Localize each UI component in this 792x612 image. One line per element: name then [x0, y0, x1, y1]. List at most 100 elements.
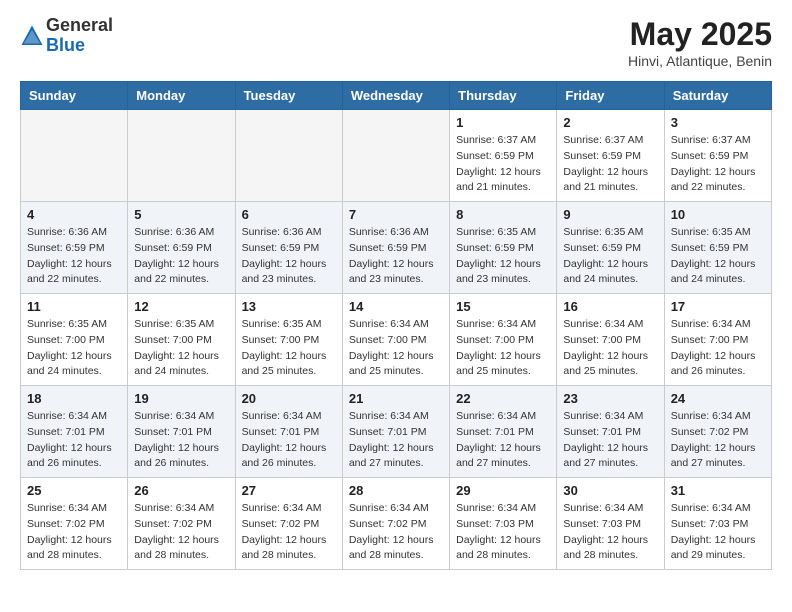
- calendar-empty-cell: [21, 110, 128, 202]
- day-number: 13: [242, 299, 336, 314]
- day-info: Sunrise: 6:34 AM Sunset: 7:03 PM Dayligh…: [456, 501, 550, 564]
- day-number: 8: [456, 207, 550, 222]
- calendar-week-row: 1 Sunrise: 6:37 AM Sunset: 6:59 PM Daylig…: [21, 110, 772, 202]
- day-info: Sunrise: 6:36 AM Sunset: 6:59 PM Dayligh…: [349, 225, 443, 288]
- day-info: Sunrise: 6:34 AM Sunset: 7:01 PM Dayligh…: [134, 409, 228, 472]
- day-number: 28: [349, 483, 443, 498]
- calendar-day-11: 11 Sunrise: 6:35 AM Sunset: 7:00 PM Dayli…: [21, 294, 128, 386]
- calendar-day-23: 23Sunrise: 6:34 AM Sunset: 7:01 PM Dayli…: [557, 386, 664, 478]
- calendar-day-15: 15Sunrise: 6:34 AM Sunset: 7:00 PM Dayli…: [450, 294, 557, 386]
- calendar-day-29: 29 Sunrise: 6:34 AM Sunset: 7:03 PM Dayli…: [450, 478, 557, 570]
- day-number: 24: [671, 391, 765, 406]
- calendar-day-3: 3 Sunrise: 6:37 AM Sunset: 6:59 PM Daylig…: [664, 110, 771, 202]
- day-info: Sunrise: 6:37 AM Sunset: 6:59 PM Dayligh…: [671, 133, 765, 196]
- day-info: Sunrise: 6:34 AM Sunset: 7:01 PM Dayligh…: [27, 409, 121, 472]
- day-number: 12: [134, 299, 228, 314]
- calendar-day-5: 5Sunrise: 6:36 AM Sunset: 6:59 PM Daylig…: [128, 202, 235, 294]
- logo-text: General Blue: [46, 16, 113, 56]
- day-info: Sunrise: 6:37 AM Sunset: 6:59 PM Dayligh…: [563, 133, 657, 196]
- day-number: 14: [349, 299, 443, 314]
- calendar-day-18: 18 Sunrise: 6:34 AM Sunset: 7:01 PM Dayli…: [21, 386, 128, 478]
- day-info: Sunrise: 6:34 AM Sunset: 7:00 PM Dayligh…: [563, 317, 657, 380]
- calendar-empty-cell: [342, 110, 449, 202]
- day-number: 9: [563, 207, 657, 222]
- day-number: 22: [456, 391, 550, 406]
- title-block: May 2025 Hinvi, Atlantique, Benin: [628, 16, 772, 69]
- calendar-header-row: SundayMondayTuesdayWednesdayThursdayFrid…: [21, 82, 772, 110]
- calendar-day-19: 19 Sunrise: 6:34 AM Sunset: 7:01 PM Dayli…: [128, 386, 235, 478]
- day-info: Sunrise: 6:34 AM Sunset: 7:00 PM Dayligh…: [671, 317, 765, 380]
- day-info: Sunrise: 6:35 AM Sunset: 7:00 PM Dayligh…: [134, 317, 228, 380]
- logo-icon: [20, 24, 44, 48]
- day-info: Sunrise: 6:34 AM Sunset: 7:02 PM Dayligh…: [242, 501, 336, 564]
- col-header-monday: Monday: [128, 82, 235, 110]
- day-number: 4: [27, 207, 121, 222]
- day-number: 7: [349, 207, 443, 222]
- calendar-day-27: 27 Sunrise: 6:34 AM Sunset: 7:02 PM Dayli…: [235, 478, 342, 570]
- day-number: 30: [563, 483, 657, 498]
- day-info: Sunrise: 6:35 AM Sunset: 7:00 PM Dayligh…: [27, 317, 121, 380]
- calendar-day-22: 22 Sunrise: 6:34 AM Sunset: 7:01 PM Dayli…: [450, 386, 557, 478]
- day-info: Sunrise: 6:34 AM Sunset: 7:03 PM Dayligh…: [671, 501, 765, 564]
- col-header-wednesday: Wednesday: [342, 82, 449, 110]
- calendar-week-row: 18 Sunrise: 6:34 AM Sunset: 7:01 PM Dayli…: [21, 386, 772, 478]
- day-number: 21: [349, 391, 443, 406]
- location: Hinvi, Atlantique, Benin: [628, 53, 772, 69]
- day-number: 29: [456, 483, 550, 498]
- day-info: Sunrise: 6:34 AM Sunset: 7:02 PM Dayligh…: [671, 409, 765, 472]
- day-info: Sunrise: 6:34 AM Sunset: 7:02 PM Dayligh…: [349, 501, 443, 564]
- logo-general-text: General: [46, 16, 113, 36]
- day-number: 11: [27, 299, 121, 314]
- calendar-week-row: 4 Sunrise: 6:36 AM Sunset: 6:59 PM Daylig…: [21, 202, 772, 294]
- day-number: 19: [134, 391, 228, 406]
- calendar-day-28: 28 Sunrise: 6:34 AM Sunset: 7:02 PM Dayli…: [342, 478, 449, 570]
- day-info: Sunrise: 6:34 AM Sunset: 7:02 PM Dayligh…: [134, 501, 228, 564]
- day-number: 3: [671, 115, 765, 130]
- day-info: Sunrise: 6:34 AM Sunset: 7:02 PM Dayligh…: [27, 501, 121, 564]
- calendar-day-26: 26 Sunrise: 6:34 AM Sunset: 7:02 PM Dayli…: [128, 478, 235, 570]
- calendar-day-31: 31 Sunrise: 6:34 AM Sunset: 7:03 PM Dayli…: [664, 478, 771, 570]
- calendar-day-12: 12 Sunrise: 6:35 AM Sunset: 7:00 PM Dayli…: [128, 294, 235, 386]
- day-info: Sunrise: 6:34 AM Sunset: 7:01 PM Dayligh…: [456, 409, 550, 472]
- day-number: 17: [671, 299, 765, 314]
- day-number: 10: [671, 207, 765, 222]
- logo-blue-text: Blue: [46, 36, 113, 56]
- calendar-day-1: 1Sunrise: 6:37 AM Sunset: 6:59 PM Daylig…: [450, 110, 557, 202]
- day-info: Sunrise: 6:34 AM Sunset: 7:00 PM Dayligh…: [456, 317, 550, 380]
- col-header-saturday: Saturday: [664, 82, 771, 110]
- calendar-empty-cell: [128, 110, 235, 202]
- calendar-day-9: 9 Sunrise: 6:35 AM Sunset: 6:59 PM Daylig…: [557, 202, 664, 294]
- calendar-day-30: 30 Sunrise: 6:34 AM Sunset: 7:03 PM Dayli…: [557, 478, 664, 570]
- day-number: 1: [456, 115, 550, 130]
- day-number: 31: [671, 483, 765, 498]
- calendar-day-7: 7 Sunrise: 6:36 AM Sunset: 6:59 PM Daylig…: [342, 202, 449, 294]
- day-number: 16: [563, 299, 657, 314]
- logo: General Blue: [20, 16, 113, 56]
- calendar-day-16: 16 Sunrise: 6:34 AM Sunset: 7:00 PM Dayli…: [557, 294, 664, 386]
- day-info: Sunrise: 6:34 AM Sunset: 7:00 PM Dayligh…: [349, 317, 443, 380]
- day-info: Sunrise: 6:35 AM Sunset: 6:59 PM Dayligh…: [563, 225, 657, 288]
- day-info: Sunrise: 6:34 AM Sunset: 7:03 PM Dayligh…: [563, 501, 657, 564]
- day-info: Sunrise: 6:36 AM Sunset: 6:59 PM Dayligh…: [134, 225, 228, 288]
- calendar-day-8: 8Sunrise: 6:35 AM Sunset: 6:59 PM Daylig…: [450, 202, 557, 294]
- page: General Blue May 2025 Hinvi, Atlantique,…: [0, 0, 792, 586]
- calendar-day-13: 13Sunrise: 6:35 AM Sunset: 7:00 PM Dayli…: [235, 294, 342, 386]
- calendar-day-14: 14 Sunrise: 6:34 AM Sunset: 7:00 PM Dayli…: [342, 294, 449, 386]
- calendar-day-20: 20Sunrise: 6:34 AM Sunset: 7:01 PM Dayli…: [235, 386, 342, 478]
- calendar-day-17: 17 Sunrise: 6:34 AM Sunset: 7:00 PM Dayli…: [664, 294, 771, 386]
- month-title: May 2025: [628, 16, 772, 53]
- calendar-day-24: 24 Sunrise: 6:34 AM Sunset: 7:02 PM Dayli…: [664, 386, 771, 478]
- calendar-day-25: 25Sunrise: 6:34 AM Sunset: 7:02 PM Dayli…: [21, 478, 128, 570]
- header: General Blue May 2025 Hinvi, Atlantique,…: [20, 16, 772, 69]
- day-number: 26: [134, 483, 228, 498]
- day-number: 27: [242, 483, 336, 498]
- col-header-tuesday: Tuesday: [235, 82, 342, 110]
- day-info: Sunrise: 6:34 AM Sunset: 7:01 PM Dayligh…: [349, 409, 443, 472]
- col-header-thursday: Thursday: [450, 82, 557, 110]
- col-header-friday: Friday: [557, 82, 664, 110]
- calendar-week-row: 25Sunrise: 6:34 AM Sunset: 7:02 PM Dayli…: [21, 478, 772, 570]
- day-number: 18: [27, 391, 121, 406]
- col-header-sunday: Sunday: [21, 82, 128, 110]
- day-number: 2: [563, 115, 657, 130]
- calendar-week-row: 11 Sunrise: 6:35 AM Sunset: 7:00 PM Dayli…: [21, 294, 772, 386]
